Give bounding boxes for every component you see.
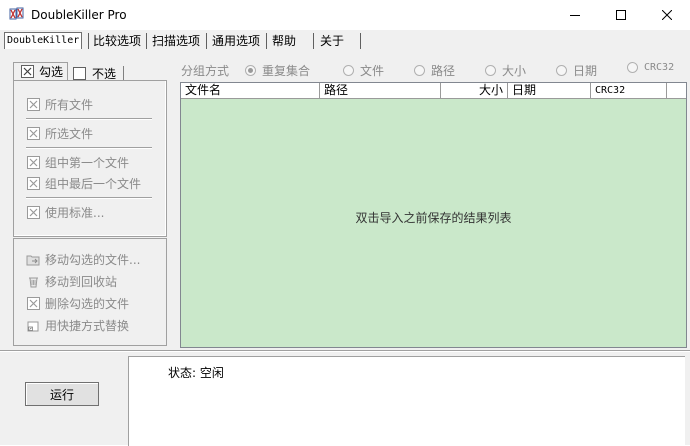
radio-file-label: 文件: [360, 64, 385, 78]
check-last-icon: [26, 176, 40, 190]
grouping-label: 分组方式: [181, 64, 230, 78]
minimize-button[interactable]: [552, 0, 598, 30]
column-header-crc32[interactable]: CRC32: [591, 83, 667, 98]
radio-path-label: 路径: [431, 64, 456, 78]
column-header-path[interactable]: 路径: [320, 83, 441, 98]
select-last-in-group-label: 组中最后一个文件: [45, 176, 142, 191]
app-logo-icon: [9, 7, 25, 21]
radio-dot: [556, 65, 567, 76]
tab-check[interactable]: 勾选: [13, 62, 68, 81]
check-criteria-icon: [26, 205, 40, 219]
recycle-bin-icon: [26, 274, 40, 288]
tab-check-label: 勾选: [39, 65, 64, 79]
radio-date-label: 日期: [573, 64, 598, 78]
divider: [26, 118, 152, 119]
delete-icon: [26, 296, 40, 310]
tab-scan-options[interactable]: 扫描选项: [150, 33, 202, 49]
radio-size-label: 大小: [502, 64, 527, 78]
replace-with-shortcut-button[interactable]: 用快捷方式替换: [26, 316, 129, 334]
divider: [26, 197, 152, 198]
tab-compare-options[interactable]: 比较选项: [91, 33, 143, 49]
folder-move-icon: [26, 252, 40, 266]
radio-duplicate-set[interactable]: 重复集合: [245, 62, 310, 79]
maximize-button[interactable]: [598, 0, 644, 30]
run-button[interactable]: 运行: [25, 382, 99, 406]
close-button[interactable]: [644, 0, 690, 30]
radio-dot: [245, 65, 256, 76]
move-to-recycle-bin-button[interactable]: 移动到回收站: [26, 272, 117, 290]
divider: [0, 350, 690, 351]
check-all-icon: [26, 97, 40, 111]
tab-separator: [146, 33, 147, 49]
tab-separator: [360, 33, 361, 49]
radio-size[interactable]: 大小: [485, 62, 526, 79]
select-all-files-button[interactable]: 所有文件: [26, 95, 93, 113]
radio-path[interactable]: 路径: [414, 62, 455, 79]
divider: [26, 147, 152, 148]
column-header-date[interactable]: 日期: [508, 83, 591, 98]
radio-dot: [627, 62, 638, 73]
results-list[interactable]: 文件名 路径 大小 日期 CRC32 双击导入之前保存的结果列表: [180, 82, 687, 348]
app-window: DoubleKiller Pro DoubleKiller 比较选项 扫描选项 …: [0, 0, 690, 446]
select-selected-files-button[interactable]: 所选文件: [26, 124, 93, 142]
tab-help[interactable]: 帮助: [270, 33, 298, 49]
tab-separator: [266, 33, 267, 49]
select-all-files-label: 所有文件: [45, 97, 94, 112]
radio-date[interactable]: 日期: [556, 62, 597, 79]
radio-file[interactable]: 文件: [343, 62, 384, 79]
check-selected-icon: [26, 126, 40, 140]
status-text: 状态: 空闲: [168, 366, 224, 380]
radio-duplicate-set-label: 重复集合: [262, 64, 311, 78]
delete-checked-files-button[interactable]: 删除勾选的文件: [26, 294, 129, 312]
list-header: 文件名 路径 大小 日期 CRC32: [181, 83, 686, 99]
title-bar: DoubleKiller Pro: [0, 0, 690, 30]
tab-doublekiller[interactable]: DoubleKiller: [4, 32, 83, 49]
shortcut-icon: [26, 318, 40, 332]
select-first-in-group-button[interactable]: 组中第一个文件: [26, 153, 129, 171]
select-last-in-group-button[interactable]: 组中最后一个文件: [26, 174, 141, 192]
column-header-filename[interactable]: 文件名: [181, 83, 320, 98]
select-selected-files-label: 所选文件: [45, 126, 94, 141]
radio-crc32-label: CRC32: [644, 62, 675, 73]
tab-general-options[interactable]: 通用选项: [210, 33, 262, 49]
empty-list-message: 双击导入之前保存的结果列表: [355, 211, 512, 225]
window-title: DoubleKiller Pro: [31, 8, 127, 22]
tab-separator: [206, 33, 207, 49]
check-first-icon: [26, 155, 40, 169]
replace-with-shortcut-label: 用快捷方式替换: [45, 318, 130, 333]
move-checked-files-label: 移动勾选的文件...: [45, 252, 141, 267]
tab-separator: [123, 66, 124, 80]
radio-dot: [414, 65, 425, 76]
move-checked-files-button[interactable]: 移动勾选的文件...: [26, 250, 140, 268]
radio-crc32[interactable]: CRC32: [627, 62, 674, 73]
select-first-in-group-label: 组中第一个文件: [45, 155, 130, 170]
column-header-size[interactable]: 大小: [441, 83, 508, 98]
tab-separator: [88, 33, 89, 49]
use-criteria-label: 使用标准...: [45, 205, 105, 220]
radio-dot: [343, 65, 354, 76]
tab-about[interactable]: 关于: [318, 33, 346, 49]
use-criteria-button[interactable]: 使用标准...: [26, 203, 104, 221]
move-to-recycle-bin-label: 移动到回收站: [45, 274, 118, 289]
tab-separator: [313, 33, 314, 49]
radio-dot: [485, 65, 496, 76]
delete-checked-files-label: 删除勾选的文件: [45, 296, 130, 311]
